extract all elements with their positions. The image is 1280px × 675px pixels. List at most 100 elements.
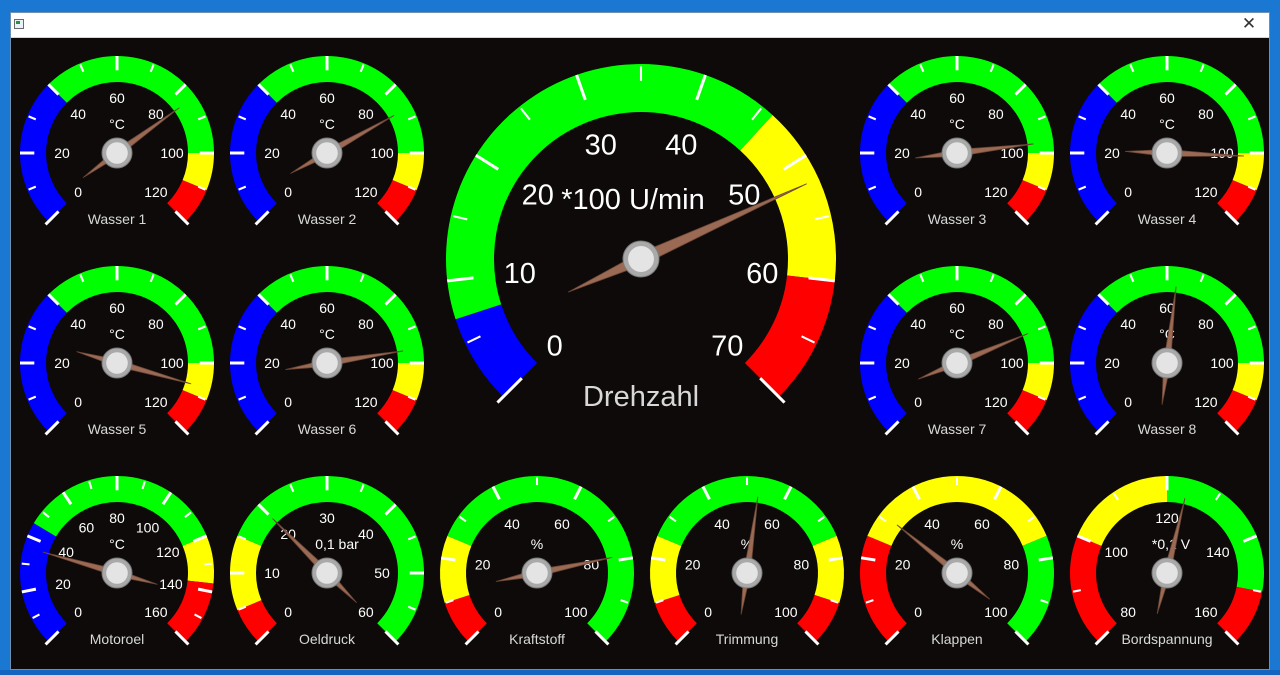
- gauge-minor-tick: [204, 562, 213, 566]
- gauge-oeldruck: 01020304050600,1 barOeldruck: [229, 475, 424, 647]
- gauge-minor-tick: [1072, 589, 1081, 593]
- gauge-tick-label: 80: [988, 316, 1004, 332]
- gauge-name-label: Kraftstoff: [509, 631, 565, 647]
- gauge-zone-yellow: [649, 535, 682, 603]
- gauge-tick-label: 100: [160, 145, 184, 161]
- gauge-tick-label: 120: [156, 544, 180, 560]
- gauge-tick-label: 20: [264, 145, 280, 161]
- gauge-tick-label: 80: [1198, 106, 1214, 122]
- gauge-unit-label: °C: [109, 326, 125, 342]
- gauge-zone-red: [744, 275, 835, 397]
- gauge-name-label: Klappen: [931, 631, 982, 647]
- gauge-tick-label: 80: [358, 106, 374, 122]
- gauge-tick-label: 60: [109, 300, 125, 316]
- gauge-hub-center: [946, 142, 968, 164]
- gauge-minor-tick: [21, 562, 30, 566]
- gauge-tick-label: 0: [547, 331, 563, 363]
- gauge-tick-label: 60: [974, 516, 990, 532]
- gauge-wasser-5: 0 20 40 60 80 100 120 °C Wasser 5: [20, 266, 214, 437]
- gauge-zone-green: [258, 55, 424, 153]
- gauge-drehzahl: 0102030 40506070*100 U/minDrehzahl: [445, 63, 836, 413]
- gauge-unit-label: %: [951, 536, 963, 552]
- gauge-tick-label: 160: [1194, 604, 1218, 620]
- gauge-zone-red: [859, 535, 907, 642]
- gauge-tick-label: 120: [354, 394, 378, 410]
- gauge-tick-label: 20: [895, 556, 911, 572]
- gauge-name-label: Wasser 5: [88, 421, 147, 437]
- gauge-tick-label: 120: [354, 184, 378, 200]
- gauge-tick-label: 80: [1198, 316, 1214, 332]
- close-button[interactable]: ✕: [1229, 13, 1269, 37]
- gauge-bordspannung: 80100120140160*0,1 VBordspannung: [1069, 476, 1265, 647]
- gauge-tick-label: 50: [374, 565, 390, 581]
- gauge-tick-label: 100: [370, 145, 394, 161]
- gauge-tick-label: 120: [1194, 184, 1218, 200]
- gauge-name-label: Bordspannung: [1121, 631, 1212, 647]
- gauge-zone-green: [48, 55, 214, 153]
- gauge-wasser-8: 020406080100120°CWasser 8: [1070, 266, 1264, 437]
- gauge-unit-label: °C: [1159, 116, 1175, 132]
- gauge-name-label: Drehzahl: [583, 381, 699, 413]
- gauge-unit-label: °C: [949, 326, 965, 342]
- gauge-tick-label: 100: [136, 519, 160, 535]
- gauge-tick-label: 20: [54, 355, 70, 371]
- gauge-unit-label: °C: [109, 116, 125, 132]
- dashboard: 0 20 40 60 80 100 120 °C Wasser 1 0 20 40 60 80 100 120…: [11, 37, 1271, 669]
- gauge-tick-label: 100: [774, 604, 798, 620]
- gauge-tick-label: 40: [1120, 106, 1136, 122]
- gauge-needle: [82, 107, 180, 179]
- gauge-tick-label: 40: [1120, 316, 1136, 332]
- gauge-tick-label: 20: [1104, 145, 1120, 161]
- gauge-tick-label: 60: [319, 300, 335, 316]
- title-bar[interactable]: ✕: [11, 13, 1269, 38]
- gauge-unit-label: °C: [949, 116, 965, 132]
- gauge-tick-label: 20: [522, 180, 554, 212]
- gauge-tick-label: 60: [764, 516, 780, 532]
- gauge-hub-center: [316, 562, 338, 584]
- gauge-tick-label: 80: [794, 556, 810, 572]
- gauge-name-label: Wasser 1: [88, 211, 147, 227]
- gauge-tick-label: 60: [358, 604, 374, 620]
- gauge-unit-label: *100 U/min: [561, 184, 704, 216]
- gauge-hub-center: [106, 352, 128, 374]
- gauge-tick-label: 0: [704, 604, 712, 620]
- gauge-wasser-7: 0 20 40 60 80 100 120 °C Wasser 7: [860, 266, 1054, 437]
- gauge-hub-center: [628, 246, 654, 272]
- gauge-tick-label: 0: [284, 604, 292, 620]
- gauge-tick-label: 60: [746, 258, 778, 290]
- window-app-icon[interactable]: [14, 19, 24, 29]
- gauge-zone-green: [888, 266, 1054, 363]
- gauge-tick-label: 140: [1206, 544, 1230, 560]
- gauge-hub-center: [316, 142, 338, 164]
- gauge-hub-center: [1156, 562, 1178, 584]
- gauge-tick-label: 40: [924, 516, 940, 532]
- gauge-tick-label: 80: [148, 316, 164, 332]
- gauge-tick-label: 10: [504, 258, 536, 290]
- gauge-unit-label: °C: [319, 116, 335, 132]
- gauge-hub-center: [1156, 352, 1178, 374]
- gauge-minor-tick: [1253, 589, 1262, 593]
- gauge-tick-label: 120: [984, 184, 1008, 200]
- gauge-zone-yellow: [440, 535, 472, 603]
- gauge-needle: [740, 496, 759, 615]
- gauge-tick-label: 120: [984, 394, 1008, 410]
- gauge-name-label: Wasser 4: [1138, 211, 1197, 227]
- gauge-hub-center: [946, 352, 968, 374]
- gauge-zone-green: [258, 266, 424, 363]
- gauge-tick-label: 40: [910, 106, 926, 122]
- gauge-name-label: Oeldruck: [299, 631, 356, 647]
- gauge-zone-green: [888, 56, 1054, 153]
- gauge-tick-label: 20: [1104, 355, 1120, 371]
- gauge-tick-label: 0: [494, 604, 502, 620]
- gauge-hub-center: [526, 562, 548, 584]
- gauge-zone-green: [1007, 535, 1054, 642]
- gauge-tick-label: 20: [264, 355, 280, 371]
- gauge-tick-label: 30: [319, 510, 335, 526]
- gauge-tick-label: 20: [685, 556, 701, 572]
- gauge-hub-center: [736, 562, 758, 584]
- gauge-tick-label: 100: [1210, 355, 1234, 371]
- gauge-klappen: 0 20 40 60 80 100% Klappen: [859, 475, 1054, 647]
- gauge-tick-label: 70: [711, 331, 743, 363]
- gauge-tick-label: 120: [144, 394, 168, 410]
- gauge-tick-label: 100: [370, 355, 394, 371]
